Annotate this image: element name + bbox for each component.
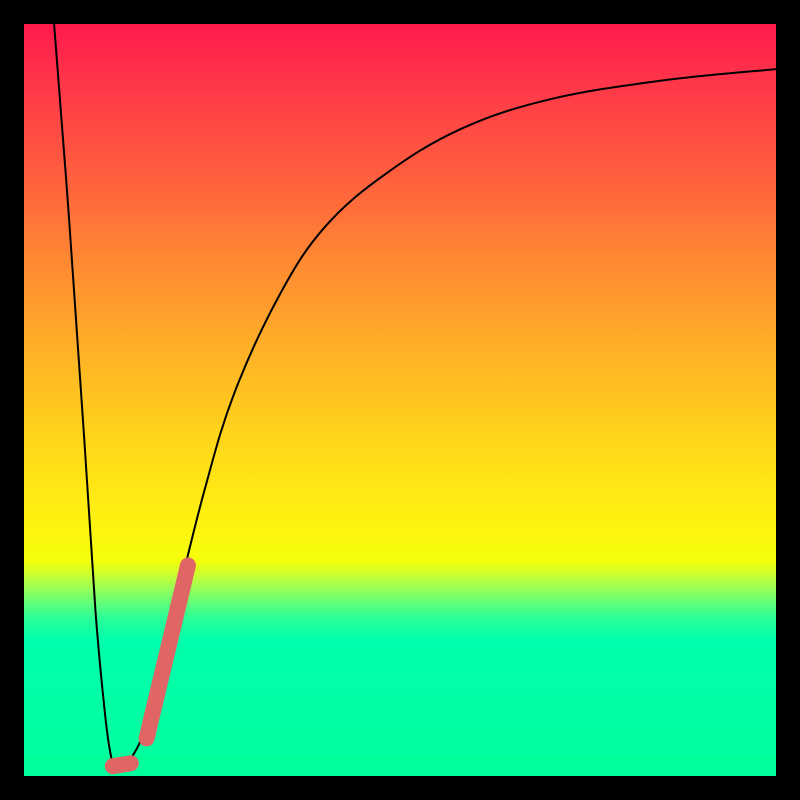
frame-right <box>776 0 800 800</box>
highlight-segment-minimum <box>113 763 131 766</box>
frame-left <box>0 0 24 800</box>
highlight-segment-ascending <box>147 565 188 738</box>
frame-bottom <box>0 776 800 800</box>
chart-overlay <box>24 24 776 776</box>
frame-top <box>0 0 800 24</box>
